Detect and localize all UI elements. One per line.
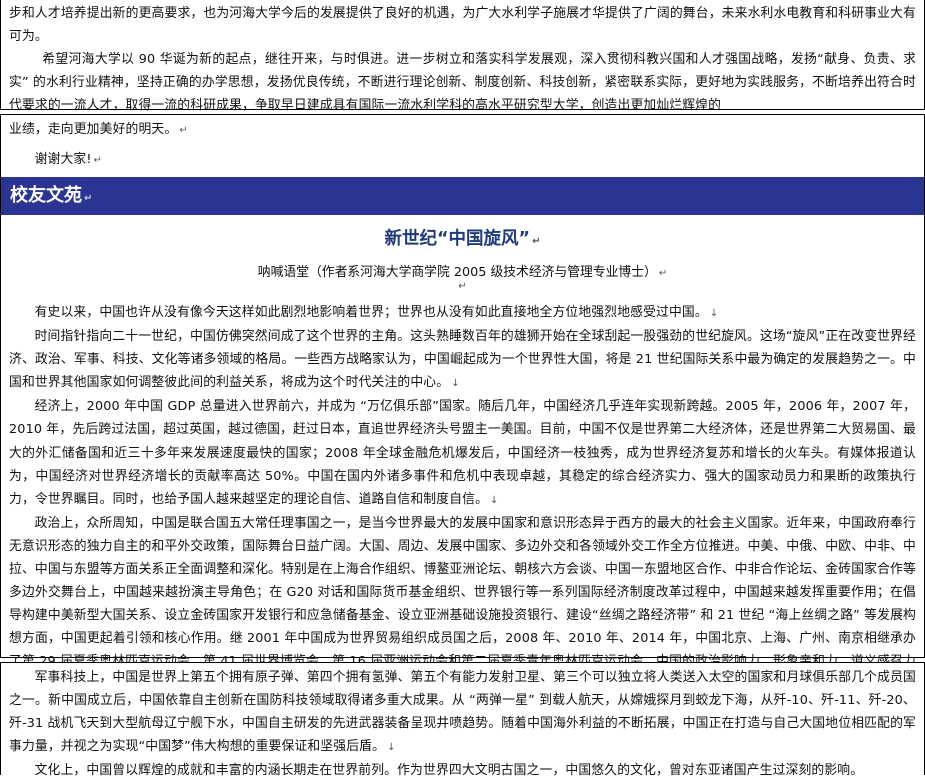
paragraph-mark: ↵ [84,193,93,204]
article-body: 有史以来，中国也许从没有像今天这样如此剧烈地影响着世界；世界也从没有如此直接地全… [1,301,924,698]
line-break-mark: ↓ [387,742,396,753]
section-banner: 校友文苑 ↵ [1,177,924,215]
paragraph-mark: ↵ [658,268,668,279]
page1-paragraph-2: 希望河海大学以 90 华诞为新的起点，继往开来，与时俱进。进一步树立和落实科学发… [9,52,916,113]
line-break-mark: ↓ [490,494,499,506]
blank-line-mark: ↵ [458,281,467,292]
article-paragraph: 文化上，中国曾以辉煌的成就和丰富的内涵长期走在世界前列。作为世界四大文明古国之一… [34,763,864,778]
document-page-3: 军事科技上，中国是世界上第五个拥有原子弹、第四个拥有氢弹、第五个有能力发射卫星、… [0,662,925,778]
page1-paragraph-1: 步和人才培养提出新的更高要求，也为河海大学今后的发展提供了良好的机遇，为广大水利… [9,6,916,44]
article-byline: 呐喊语堂（作者系河海大学商学院 2005 级技术经济与管理专业博士） ↵ [257,265,668,280]
article-paragraph: 时间指针指向二十一世纪，中国仿佛突然间成了这个世界的主角。这头熟睡数百年的雄狮开… [9,329,916,391]
paragraph-mark: ↵ [93,155,103,166]
article-paragraph: 有史以来，中国也许从没有像今天这样如此剧烈地影响着世界；世界也从没有如此直接地全… [34,305,719,320]
line-break-mark: ↓ [451,378,460,390]
document-page-2: 业绩，走向更加美好的明天。 ↵ 谢谢大家! ↵ 校友文苑 ↵ 新世纪“中国旋风” ↵ 呐… [0,114,925,693]
article-paragraph: 经济上，2000 年中国 GDP 总量进入世界前六，并成为 “万亿俱乐部”国家。… [9,399,916,507]
article-paragraph: 军事科技上，中国是世界上第五个拥有原子弹、第四个拥有氢弹、第五个有能力发射卫星、… [9,670,916,754]
thanks-text: 谢谢大家! ↵ [34,152,103,167]
article-title: 新世纪“中国旋风” ↵ [384,229,541,249]
document-page-1: 步和人才培养提出新的更高要求，也为河海大学今后的发展提供了良好的机遇，为广大水利… [0,0,925,113]
continuation-text: 业绩，走向更加美好的明天。 ↵ [9,122,188,137]
paragraph-mark: ↵ [179,125,188,136]
paragraph-mark: ↵ [532,236,541,247]
line-break-mark: ↓ [709,308,719,319]
